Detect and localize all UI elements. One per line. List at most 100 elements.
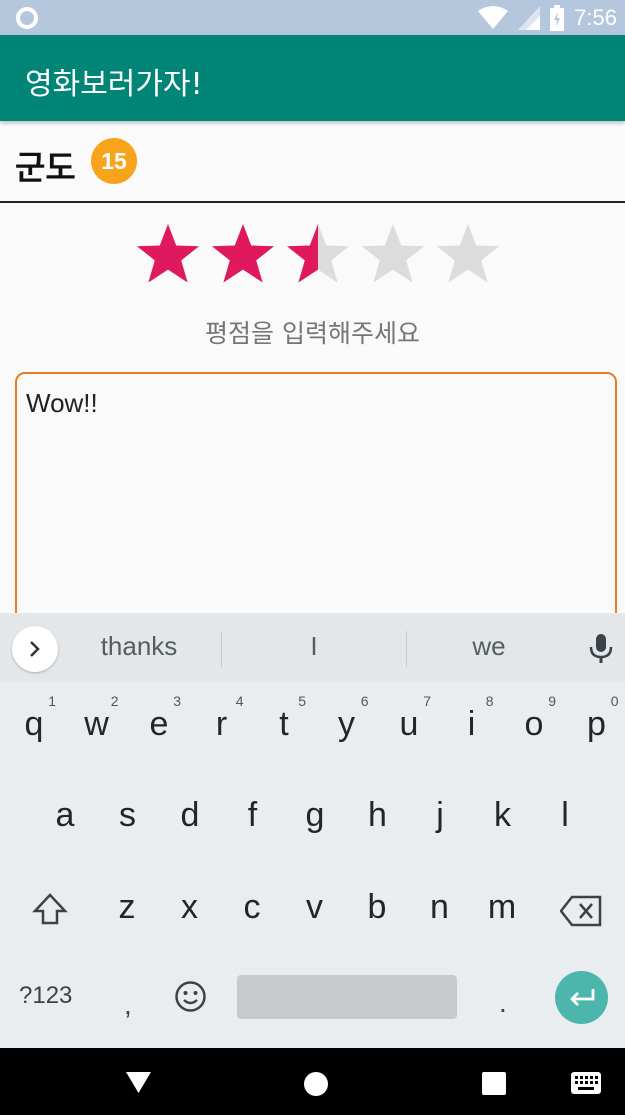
key-label: h [368,796,387,834]
key-label: k [494,796,511,834]
key-label: a [55,796,75,834]
key-label: s [119,796,136,834]
key-hint: 0 [610,693,619,709]
symbols-key[interactable]: ?123 [19,982,72,1010]
key-b[interactable]: b [357,888,397,927]
key-h[interactable]: h [358,796,398,835]
suggestion-1[interactable]: thanks [80,631,198,662]
signal-icon [518,5,541,30]
key-f[interactable]: f [233,796,273,835]
key-d[interactable]: d [170,796,210,835]
review-text: Wow!! [26,388,98,418]
app-title: 영화보러가자! [25,67,203,102]
key-label: j [436,796,444,834]
key-label: v [306,888,323,926]
backspace-icon[interactable] [560,895,602,927]
rating-bar[interactable] [134,222,504,288]
key-a[interactable]: a [45,796,85,835]
key-z[interactable]: z [107,888,147,927]
rating-star-2[interactable] [209,222,277,286]
status-time: 7:56 [574,4,617,30]
key-label: b [367,888,387,926]
key-g[interactable]: g [295,796,335,835]
key-p[interactable]: p0 [577,693,618,744]
key-hint: 9 [548,693,556,709]
rating-star-4[interactable] [359,222,427,286]
key-label: t [279,705,289,743]
key-i[interactable]: i8 [452,693,494,744]
review-input[interactable]: Wow!! [15,372,617,632]
key-x[interactable]: x [170,888,210,927]
keyboard-switch-icon[interactable] [571,1072,601,1094]
status-bar: 7:56 [0,0,625,35]
key-hint: 4 [235,693,244,709]
key-l[interactable]: l [545,796,585,835]
key-t[interactable]: t5 [264,693,306,744]
suggestion-bar: thanks I we [0,613,625,682]
expand-suggestions-button[interactable] [12,626,58,672]
key-y[interactable]: y6 [327,693,369,744]
battery-icon [550,4,565,31]
comma-key[interactable]: , [124,989,132,1021]
key-label: f [247,796,258,834]
movie-title: 군도 [15,148,76,187]
period-key[interactable]: . [499,987,507,1019]
key-label: u [399,705,419,743]
key-label: o [524,705,544,743]
mic-icon[interactable] [588,633,614,665]
key-c[interactable]: c [232,888,272,927]
key-n[interactable]: n [420,888,460,927]
suggestion-2[interactable]: I [254,631,374,662]
key-hint: 5 [298,693,306,709]
suggestion-divider [221,631,222,667]
enter-key[interactable] [555,971,608,1024]
key-label: n [430,888,449,926]
key-label: e [149,705,169,743]
key-k[interactable]: k [483,796,523,835]
key-label: w [84,705,109,743]
rating-star-5[interactable] [434,222,502,286]
key-e[interactable]: e3 [139,693,181,744]
key-label: z [118,888,136,926]
key-u[interactable]: u7 [389,693,431,744]
back-icon[interactable] [126,1072,151,1093]
key-label: m [487,888,517,926]
recents-icon[interactable] [482,1072,506,1095]
key-r[interactable]: r4 [202,693,244,744]
emoji-icon[interactable] [174,980,207,1013]
key-w[interactable]: w2 [77,693,118,744]
key-hint: 8 [485,693,494,709]
soft-keyboard: thanks I we q1w2e3r4t5y6u7i8o9p0 asdfghj… [0,613,625,1048]
circle-indicator-icon [16,7,38,29]
key-s[interactable]: s [108,796,148,835]
key-label: c [243,888,261,926]
space-key[interactable] [237,975,457,1019]
key-j[interactable]: j [420,796,460,835]
key-label: d [180,796,200,834]
key-hint: 7 [423,693,431,709]
rating-star-1[interactable] [134,222,202,286]
movie-header: 군도 15 [0,121,625,203]
key-label: q [24,705,44,743]
key-m[interactable]: m [482,888,522,927]
enter-icon [569,988,594,1006]
key-label: l [561,796,569,834]
key-o[interactable]: o9 [514,693,556,744]
suggestion-3[interactable]: we [430,631,548,662]
app-bar: 영화보러가자! [0,35,625,121]
rating-star-3[interactable] [284,222,352,286]
key-label: p [587,705,606,743]
key-hint: 3 [173,693,181,709]
key-label: y [338,705,355,743]
key-v[interactable]: v [295,888,335,927]
key-hint: 6 [360,693,369,709]
suggestion-divider [406,631,407,667]
navigation-bar [0,1048,625,1115]
home-icon[interactable] [304,1072,328,1096]
shift-icon[interactable] [31,892,69,926]
key-hint: 1 [48,693,56,709]
expand-suggestions-icon [30,641,40,657]
key-label: x [181,888,198,926]
key-q[interactable]: q1 [14,693,56,744]
key-label: g [305,796,325,834]
